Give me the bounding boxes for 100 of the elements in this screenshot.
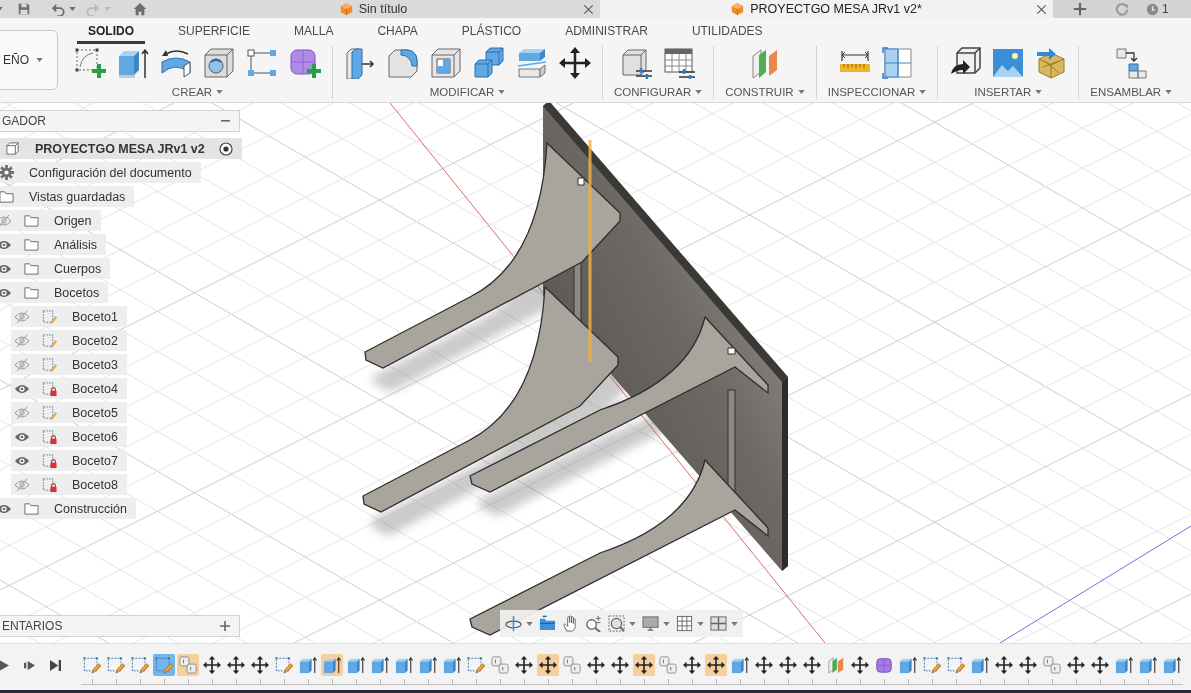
document-tab[interactable]: PROYECTGO MESA JRv1 v2* bbox=[600, 0, 1053, 18]
timeline-feature[interactable] bbox=[969, 654, 991, 676]
timeline-feature[interactable] bbox=[681, 654, 703, 676]
stacked-cubes-icon[interactable] bbox=[473, 46, 505, 79]
folder-icon bbox=[24, 213, 39, 228]
ribbon-tab[interactable]: SUPERFICIE bbox=[167, 22, 262, 44]
timeline-feature[interactable] bbox=[369, 654, 391, 676]
table-sliders-icon[interactable] bbox=[663, 46, 696, 79]
plus-icon[interactable] bbox=[1073, 2, 1087, 16]
timeline-feature[interactable] bbox=[705, 654, 727, 676]
move-arrows-icon bbox=[1067, 656, 1085, 674]
tree-item[interactable]: Boceto1 bbox=[11, 306, 127, 327]
plus-icon[interactable] bbox=[220, 621, 230, 631]
move-arrows-icon bbox=[1091, 656, 1109, 674]
timeline-feature[interactable] bbox=[1137, 654, 1159, 676]
minus-icon[interactable] bbox=[221, 119, 230, 123]
timeline-feature[interactable] bbox=[393, 654, 415, 676]
timeline-feature[interactable] bbox=[993, 654, 1015, 676]
split-grid-icon[interactable] bbox=[882, 46, 915, 79]
timeline-feature[interactable] bbox=[1089, 654, 1111, 676]
blocks-arrow-icon[interactable] bbox=[1115, 46, 1148, 79]
tool-group-menu[interactable]: CREAR bbox=[171, 84, 224, 99]
home-button[interactable] bbox=[133, 0, 147, 18]
tree-item[interactable]: Bocetos bbox=[0, 282, 109, 303]
timeline-feature[interactable] bbox=[249, 654, 271, 676]
tree-item[interactable]: Boceto5 bbox=[11, 402, 127, 423]
tree-item[interactable]: Boceto4 bbox=[11, 378, 127, 399]
tool-group-menu[interactable]: CONFIGURAR bbox=[614, 84, 703, 99]
tool-group-menu[interactable]: MODIFICAR bbox=[429, 84, 506, 99]
tree-item[interactable]: Análisis bbox=[0, 234, 107, 255]
timeline-feature[interactable] bbox=[345, 654, 367, 676]
cube-sliders-icon[interactable] bbox=[620, 46, 653, 79]
rounded-cube-plus-icon[interactable] bbox=[289, 46, 321, 79]
timeline-feature[interactable] bbox=[441, 654, 463, 676]
ribbon-tab[interactable]: SOLIDO bbox=[77, 22, 145, 44]
hole-cube-icon[interactable] bbox=[203, 46, 235, 79]
tree-item[interactable]: Origen bbox=[0, 210, 101, 231]
job-status-button[interactable]: 1 bbox=[1146, 2, 1169, 16]
close-icon[interactable] bbox=[583, 3, 594, 15]
timeline-feature[interactable] bbox=[897, 654, 919, 676]
timeline-feature[interactable] bbox=[585, 654, 607, 676]
workspace-dropdown[interactable]: EÑO bbox=[0, 30, 58, 90]
fit-button[interactable] bbox=[608, 612, 636, 635]
timeline-feature[interactable] bbox=[1161, 654, 1183, 676]
ribbon-tab[interactable]: PLÁSTICO bbox=[450, 22, 533, 44]
move-arrows-icon bbox=[803, 656, 821, 674]
document-tab[interactable]: Sin título bbox=[147, 0, 600, 18]
timeline-feature[interactable] bbox=[297, 654, 319, 676]
timeline-feature[interactable] bbox=[417, 654, 439, 676]
split-block-icon[interactable] bbox=[516, 46, 548, 79]
tree-item[interactable]: Boceto2 bbox=[11, 330, 127, 351]
move-arrows-icon bbox=[995, 656, 1013, 674]
cube-arrow-icon bbox=[419, 656, 437, 674]
tool-group-menu[interactable]: ENSAMBLAR bbox=[1090, 84, 1173, 99]
timeline-feature[interactable] bbox=[729, 654, 751, 676]
rounded-cube-icon bbox=[875, 656, 893, 674]
timeline-feature[interactable] bbox=[1017, 654, 1039, 676]
tool-group-menu[interactable]: CONSTRUIR bbox=[725, 84, 805, 99]
hollow-cube-icon[interactable] bbox=[430, 46, 462, 79]
image-icon[interactable] bbox=[992, 46, 1025, 79]
tree-item[interactable]: Boceto3 bbox=[11, 354, 127, 375]
cube-arrow-icon[interactable] bbox=[117, 46, 149, 79]
ribbon-tab[interactable]: MALLA bbox=[283, 22, 345, 44]
faceted-box-icon[interactable] bbox=[1035, 46, 1068, 79]
timeline-feature[interactable] bbox=[513, 654, 535, 676]
close-icon[interactable] bbox=[1036, 3, 1047, 15]
ribbon-tab[interactable]: CHAPA bbox=[366, 22, 429, 44]
tree-item[interactable]: Boceto8 bbox=[11, 474, 127, 495]
move-arrows-icon[interactable] bbox=[559, 46, 591, 79]
tree-item[interactable]: Construcción bbox=[0, 498, 136, 519]
tree-item[interactable]: Vistas guardadas bbox=[0, 186, 135, 207]
timeline-feature[interactable] bbox=[753, 654, 775, 676]
folder-icon bbox=[24, 237, 39, 252]
caret-icon bbox=[526, 621, 533, 626]
sketch-plus-icon[interactable] bbox=[74, 46, 106, 79]
timeline-feature[interactable] bbox=[801, 654, 823, 676]
timeline-feature[interactable] bbox=[777, 654, 799, 676]
ribbon-tab[interactable]: ADMINISTRAR bbox=[554, 22, 659, 44]
tree-item[interactable]: Boceto6 bbox=[11, 426, 127, 447]
timeline-feature[interactable] bbox=[1065, 654, 1087, 676]
timeline-feature[interactable] bbox=[849, 654, 871, 676]
tool-group-menu[interactable]: INSPECCIONAR bbox=[827, 84, 927, 99]
tool-group-menu[interactable]: INSERTAR bbox=[974, 84, 1043, 99]
tree-item[interactable]: Boceto7 bbox=[11, 450, 127, 471]
timeline-feature[interactable] bbox=[537, 654, 559, 676]
timeline-feature[interactable] bbox=[201, 654, 223, 676]
tree-item[interactable]: PROYECTGO MESA JRv1 v2 bbox=[0, 138, 242, 159]
tree-item[interactable]: Cuerpos bbox=[0, 258, 111, 279]
timeline-feature[interactable] bbox=[609, 654, 631, 676]
tree-item[interactable]: Configuración del documento bbox=[0, 162, 201, 183]
caret-icon bbox=[697, 621, 704, 626]
timeline-feature[interactable] bbox=[633, 654, 655, 676]
two-squares-icon bbox=[563, 656, 581, 674]
panel-arrow-icon[interactable] bbox=[344, 46, 376, 79]
rounded-corner-icon[interactable] bbox=[387, 46, 419, 79]
pan-button[interactable] bbox=[562, 612, 579, 635]
timeline-feature[interactable] bbox=[1113, 654, 1135, 676]
radio-dot-icon[interactable] bbox=[218, 141, 233, 156]
timeline-feature[interactable] bbox=[225, 654, 247, 676]
ribbon-tab[interactable]: UTILIDADES bbox=[680, 22, 774, 44]
